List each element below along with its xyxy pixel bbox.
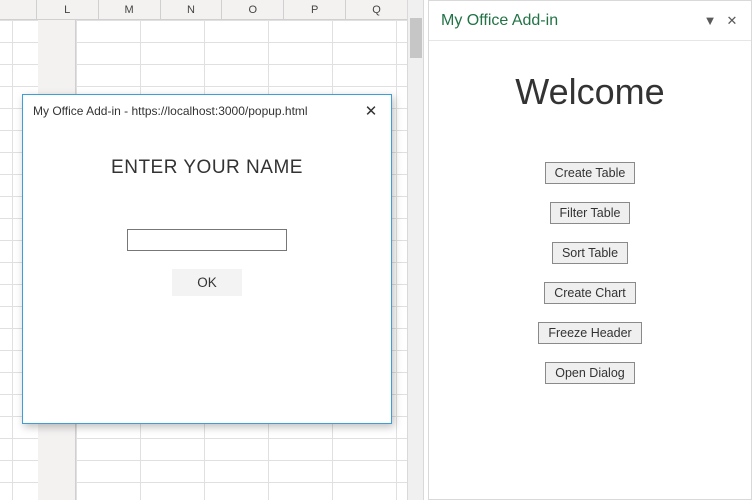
create-chart-button[interactable]: Create Chart [544,282,636,304]
filter-table-button[interactable]: Filter Table [550,202,631,224]
column-header-o[interactable]: O [222,0,284,19]
create-table-button[interactable]: Create Table [545,162,636,184]
column-header-n[interactable]: N [161,0,223,19]
pane-close-icon[interactable]: ✕ [721,13,743,29]
close-icon[interactable]: ✕ [357,102,385,120]
scroll-thumb[interactable] [410,18,422,58]
column-header-m[interactable]: M [99,0,161,19]
ok-button[interactable]: OK [172,269,242,296]
popup-dialog: My Office Add-in - https://localhost:300… [22,94,392,424]
column-headers: L M N O P Q [0,0,408,20]
popup-prompt: ENTER YOUR NAME [111,157,303,179]
sort-table-button[interactable]: Sort Table [552,242,628,264]
pane-header: My Office Add-in ▼ ✕ [429,1,751,41]
name-input[interactable] [127,229,287,251]
welcome-heading: Welcome [515,71,664,113]
freeze-header-button[interactable]: Freeze Header [538,322,641,344]
popup-titlebar[interactable]: My Office Add-in - https://localhost:300… [23,95,391,127]
task-pane: My Office Add-in ▼ ✕ Welcome Create Tabl… [428,0,752,500]
popup-body: ENTER YOUR NAME OK [23,127,391,296]
pane-menu-dropdown-icon[interactable]: ▼ [699,13,721,28]
row-header-corner [0,0,37,19]
pane-body: Welcome Create Table Filter Table Sort T… [437,49,743,492]
popup-title-text: My Office Add-in - https://localhost:300… [33,104,357,118]
pane-title: My Office Add-in [441,12,699,30]
column-header-l[interactable]: L [37,0,99,19]
open-dialog-button[interactable]: Open Dialog [545,362,635,384]
vertical-scrollbar[interactable] [407,0,423,500]
column-header-p[interactable]: P [284,0,346,19]
column-header-q[interactable]: Q [346,0,408,19]
